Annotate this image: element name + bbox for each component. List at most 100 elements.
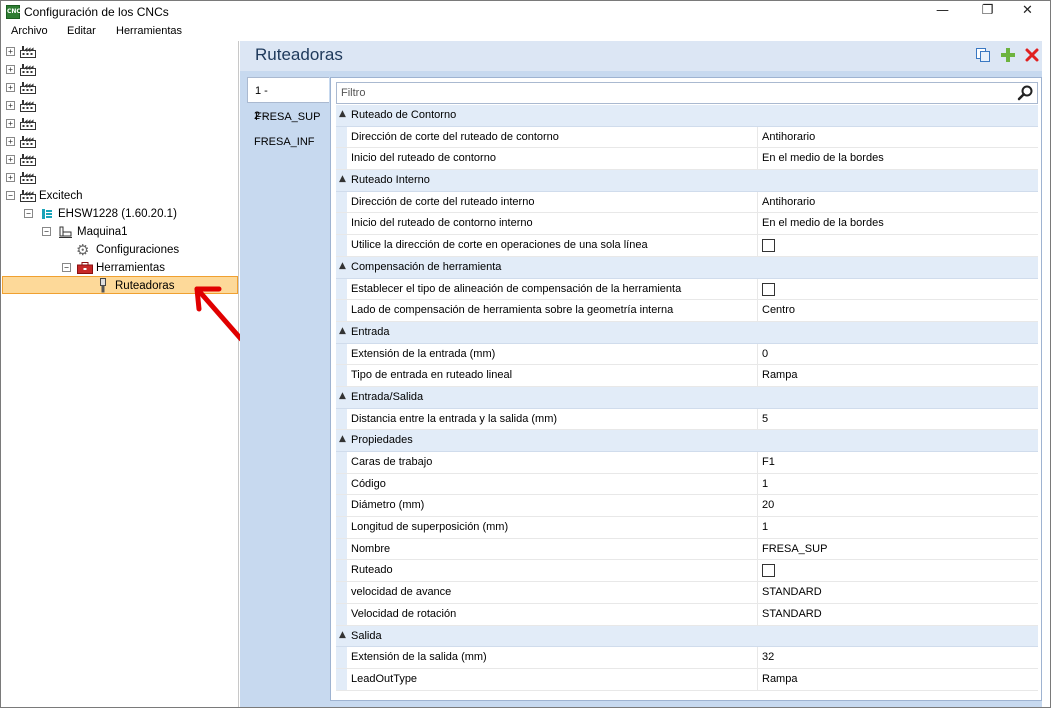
expand-toggle[interactable]: + <box>6 101 15 110</box>
chevron-up-icon[interactable]: ▲ <box>339 630 346 640</box>
filter-input[interactable] <box>337 83 1007 103</box>
grid-category[interactable]: ▲ Ruteado Interno <box>336 170 1038 192</box>
collapse-toggle[interactable]: − <box>62 263 71 272</box>
chevron-up-icon[interactable]: ▲ <box>339 434 346 444</box>
property-value-cell[interactable]: 0 <box>757 343 1038 365</box>
property-value-cell[interactable] <box>757 560 1038 582</box>
expand-toggle[interactable]: + <box>6 173 15 182</box>
expand-toggle[interactable]: + <box>6 65 15 74</box>
chevron-up-icon[interactable]: ▲ <box>339 174 346 184</box>
grid-property-row[interactable]: Nombre FRESA_SUP <box>336 538 1038 561</box>
property-value-cell[interactable]: En el medio de la bordes <box>757 213 1038 235</box>
tree-node-ehsw1228[interactable]: − EHSW1228 (1.60.20.1) <box>1 205 237 223</box>
property-value-cell[interactable]: Rampa <box>757 668 1038 690</box>
grid-property-row[interactable]: Extensión de la entrada (mm) 0 <box>336 343 1038 366</box>
property-value-cell[interactable]: F1 <box>757 452 1038 473</box>
grid-property-row[interactable]: Establecer el tipo de alineación de comp… <box>336 278 1038 301</box>
expand-toggle[interactable]: + <box>6 119 15 128</box>
expand-toggle[interactable]: + <box>6 155 15 164</box>
tree-node-collapsed[interactable]: + <box>1 151 237 169</box>
grid-category[interactable]: ▲ Salida <box>336 625 1038 648</box>
chevron-up-icon[interactable]: ▲ <box>339 261 346 271</box>
property-value-cell[interactable]: 1 <box>757 473 1038 495</box>
expand-toggle[interactable]: + <box>6 137 15 146</box>
tree-node-collapsed[interactable]: + <box>1 169 237 187</box>
tree-node-maquina1[interactable]: − Maquina1 <box>1 223 237 241</box>
tree-node-collapsed[interactable]: + <box>1 61 237 79</box>
property-value-cell[interactable]: FRESA_SUP <box>757 538 1038 560</box>
property-value-cell[interactable] <box>757 235 1038 256</box>
grid-property-row[interactable]: Lado de compensación de herramienta sobr… <box>336 300 1038 322</box>
property-value-cell[interactable]: Rampa <box>757 365 1038 386</box>
grid-property-row[interactable]: Tipo de entrada en ruteado lineal Rampa <box>336 365 1038 387</box>
grid-property-row[interactable]: LeadOutType Rampa <box>336 668 1038 691</box>
property-value-cell[interactable]: STANDARD <box>757 603 1038 625</box>
tree-node-collapsed[interactable]: + <box>1 115 237 133</box>
property-value-cell[interactable]: 1 <box>757 517 1038 538</box>
property-value-cell[interactable] <box>757 278 1038 300</box>
chevron-up-icon[interactable]: ▲ <box>339 326 346 336</box>
tree-node-herramientas[interactable]: − Herramientas <box>1 259 237 277</box>
copy-icon[interactable] <box>975 47 991 63</box>
grid-category[interactable]: ▲ Propiedades <box>336 430 1038 452</box>
add-icon[interactable] <box>1000 47 1016 63</box>
collapse-toggle[interactable]: − <box>24 209 33 218</box>
grid-property-row[interactable]: Distancia entre la entrada y la salida (… <box>336 408 1038 431</box>
property-value-cell[interactable]: 5 <box>757 408 1038 430</box>
grid-property-row[interactable]: Caras de trabajo F1 <box>336 452 1038 474</box>
property-value: STANDARD <box>762 586 822 599</box>
maximize-button[interactable]: ❐ <box>965 1 1010 23</box>
property-name: Dirección de corte del ruteado de contor… <box>351 130 559 143</box>
grid-property-row[interactable]: Velocidad de rotación STANDARD <box>336 603 1038 626</box>
tree-node-collapsed[interactable]: + <box>1 133 237 151</box>
grid-property-row[interactable]: Inicio del ruteado de contorno En el medi… <box>336 148 1038 171</box>
property-value-cell[interactable]: Antihorario <box>757 191 1038 213</box>
grid-category[interactable]: ▲ Compensación de herramienta <box>336 256 1038 279</box>
expand-toggle[interactable]: + <box>6 83 15 92</box>
tree-node-collapsed[interactable]: + <box>1 97 237 115</box>
grid-property-row[interactable]: Ruteado <box>336 560 1038 583</box>
property-value-cell[interactable]: STANDARD <box>757 582 1038 603</box>
grid-category[interactable]: ▲ Entrada/Salida <box>336 386 1038 409</box>
property-value-cell[interactable]: En el medio de la bordes <box>757 148 1038 170</box>
grid-category[interactable]: ▲ Entrada <box>336 321 1038 344</box>
grid-property-row[interactable]: Utilice la dirección de corte en operaci… <box>336 235 1038 257</box>
expand-toggle[interactable]: + <box>6 47 15 56</box>
grid-property-row[interactable]: Longitud de superposición (mm) 1 <box>336 517 1038 539</box>
tab-fresa-sup[interactable]: 1 - FRESA_SUP <box>247 77 329 123</box>
property-value-cell[interactable]: Antihorario <box>757 126 1038 148</box>
grid-property-row[interactable]: Diámetro (mm) 20 <box>336 495 1038 518</box>
minimize-button[interactable]: — <box>920 1 965 23</box>
property-checkbox[interactable] <box>762 239 775 253</box>
property-value-cell[interactable]: 20 <box>757 495 1038 517</box>
search-icon[interactable] <box>1017 85 1035 101</box>
tree-node-collapsed[interactable]: + <box>1 79 237 97</box>
grid-property-row[interactable]: Código 1 <box>336 473 1038 496</box>
property-checkbox[interactable] <box>762 282 775 296</box>
tab-fresa-inf[interactable]: 2 - FRESA_INF <box>247 103 329 148</box>
tree-node-excitech[interactable]: − Excitech <box>1 187 237 205</box>
property-value-cell[interactable]: 32 <box>757 647 1038 668</box>
grid-category[interactable]: ▲ Ruteado de Contorno <box>336 105 1038 127</box>
window-scrollbar[interactable] <box>1042 41 1050 707</box>
grid-row-gutter <box>336 235 347 256</box>
tree-node-configuraciones[interactable]: ⚙ Configuraciones <box>1 241 237 259</box>
grid-property-row[interactable]: Dirección de corte del ruteado interno An… <box>336 191 1038 214</box>
grid-property-row[interactable]: velocidad de avance STANDARD <box>336 582 1038 604</box>
menu-editar[interactable]: Editar <box>67 25 96 37</box>
menu-archivo[interactable]: Archivo <box>11 25 48 37</box>
close-window-button[interactable]: ✕ <box>1005 1 1050 23</box>
tree-node-collapsed[interactable]: + <box>1 43 237 61</box>
chevron-up-icon[interactable]: ▲ <box>339 109 346 119</box>
grid-property-row[interactable]: Inicio del ruteado de contorno interno En… <box>336 213 1038 236</box>
menu-herramientas[interactable]: Herramientas <box>116 25 182 37</box>
property-checkbox[interactable] <box>762 564 775 578</box>
property-value-cell[interactable]: Centro <box>757 300 1038 321</box>
grid-property-row[interactable]: Extensión de la salida (mm) 32 <box>336 647 1038 669</box>
property-name: velocidad de avance <box>351 586 452 599</box>
delete-icon[interactable] <box>1024 47 1040 63</box>
collapse-toggle[interactable]: − <box>42 227 51 236</box>
collapse-toggle[interactable]: − <box>6 191 15 200</box>
grid-property-row[interactable]: Dirección de corte del ruteado de contor… <box>336 126 1038 149</box>
chevron-up-icon[interactable]: ▲ <box>339 391 346 401</box>
